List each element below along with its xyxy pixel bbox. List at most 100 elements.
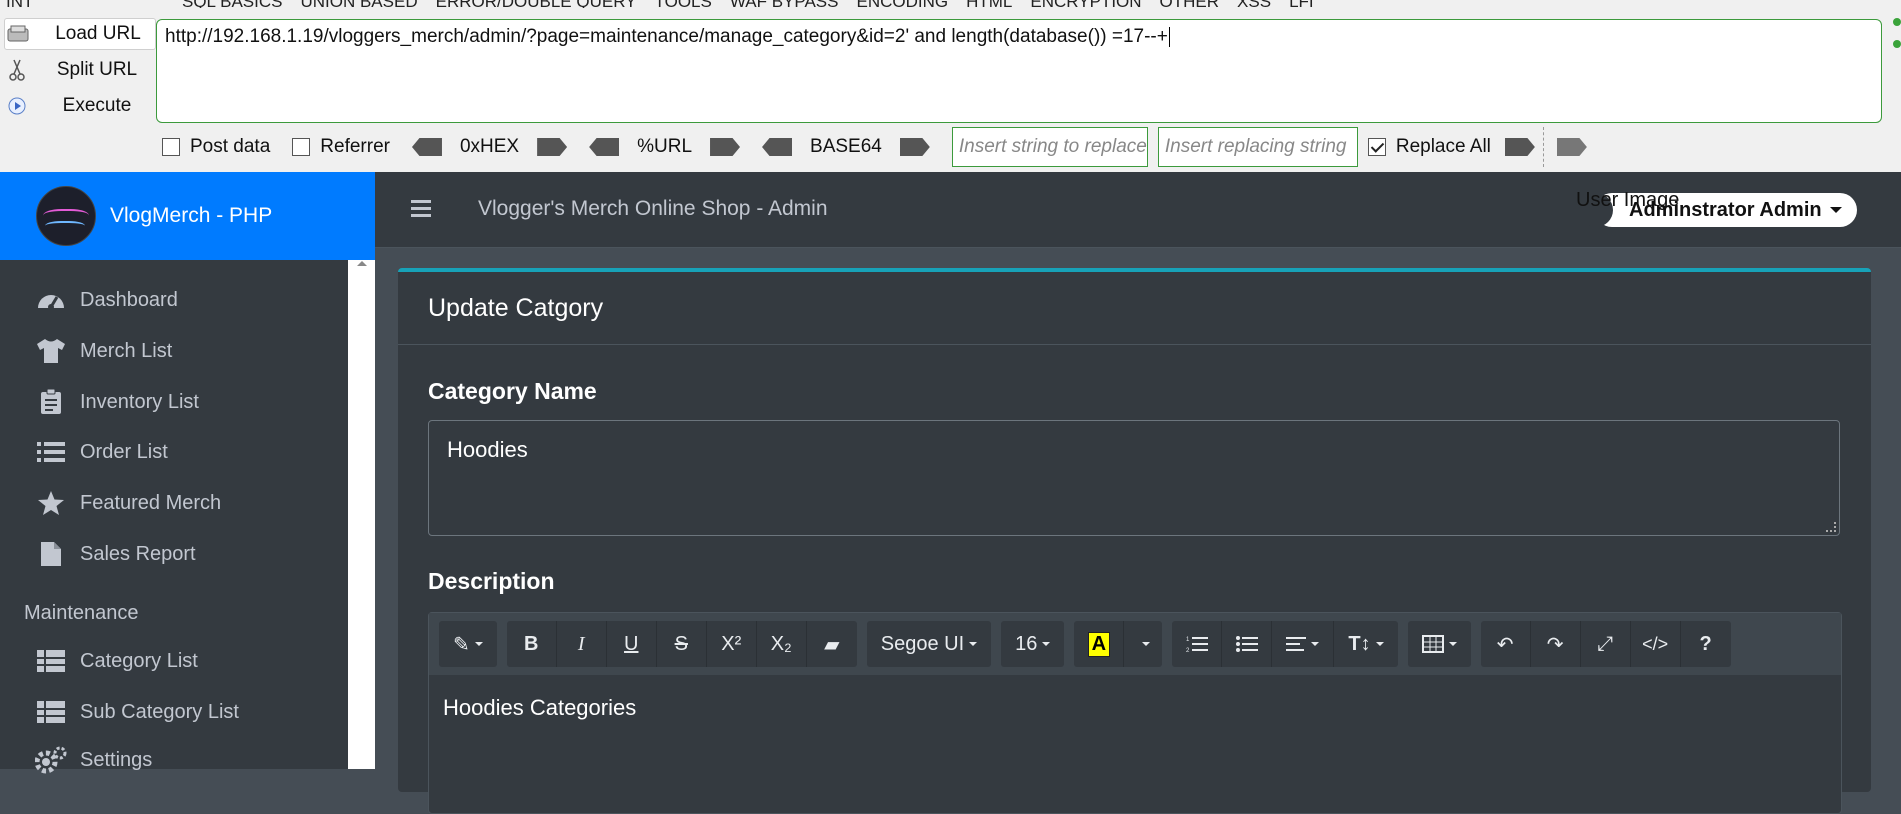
sidebar-item-label: Sub Category List — [80, 700, 239, 723]
split-url-label: Split URL — [56, 59, 138, 80]
referrer-toggle[interactable]: Referrer — [292, 136, 390, 158]
sidebar-item-settings[interactable]: Settings — [34, 740, 152, 780]
replace-all-toggle[interactable]: Replace All — [1367, 136, 1491, 158]
redo-button[interactable]: ↷ — [1530, 621, 1581, 667]
update-category-card: Update Catgory Category Name Hoodies Des… — [398, 268, 1871, 814]
bold-button[interactable]: B — [506, 621, 557, 667]
font-family-select[interactable]: Segoe UI — [866, 621, 992, 667]
clipboard-icon — [34, 389, 68, 415]
italic-button[interactable]: I — [556, 621, 607, 667]
code-view-button[interactable]: </> — [1630, 621, 1681, 667]
resize-handle-icon[interactable] — [1826, 522, 1836, 532]
base64-decode-arrow-icon[interactable] — [762, 138, 793, 156]
url-decode-arrow-icon[interactable] — [589, 138, 620, 156]
hex-encode-arrow-icon[interactable] — [537, 138, 568, 156]
ordered-list-button[interactable]: 12 — [1172, 621, 1223, 667]
replace-string-input[interactable]: Insert string to replace — [951, 127, 1148, 167]
base64-encode-arrow-icon[interactable] — [899, 138, 930, 156]
sidebar-item-merch-list[interactable]: Merch List — [34, 331, 172, 371]
brand-link[interactable]: VlogMerch - PHP — [0, 172, 375, 260]
referrer-checkbox[interactable] — [292, 138, 311, 156]
sidebar: Dashboard Merch List Inventory List Orde… — [0, 260, 348, 774]
post-data-checkbox[interactable] — [162, 138, 180, 156]
scissors-icon — [4, 59, 30, 81]
sidebar-item-sales-report[interactable]: Sales Report — [34, 534, 196, 574]
fullscreen-button[interactable]: ⤢ — [1580, 621, 1631, 667]
hamburger-menu-icon[interactable] — [411, 200, 431, 218]
undo-button[interactable]: ↶ — [1480, 621, 1531, 667]
superscript-button[interactable]: X² — [706, 621, 757, 667]
execute-button[interactable]: Execute — [4, 91, 154, 121]
align-left-icon — [1286, 637, 1307, 651]
hackbar-menu: INT SQL BASICS UNION BASED ERROR/DOUBLE … — [0, 0, 1901, 8]
highlight-color-button[interactable]: A — [1074, 621, 1125, 667]
menu-union-based[interactable]: UNION BASED — [300, 0, 417, 8]
color-dropdown-button[interactable] — [1124, 621, 1163, 667]
hex-decode-arrow-icon[interactable] — [411, 138, 442, 156]
menu-xss[interactable]: XSS — [1237, 0, 1271, 8]
split-url-button[interactable]: Split URL — [4, 55, 154, 85]
sidebar-item-dashboard[interactable]: Dashboard — [34, 280, 178, 320]
fullscreen-icon: ⤢ — [1597, 632, 1614, 655]
eraser-button[interactable]: ▰ — [806, 621, 857, 667]
replacing-string-input[interactable]: Insert replacing string — [1157, 127, 1358, 167]
font-size-value: 16 — [1015, 632, 1038, 655]
top-navbar: Vlogger's Merch Online Shop - Admin Admi… — [375, 172, 1901, 248]
sidebar-item-featured-merch[interactable]: Featured Merch — [34, 483, 221, 523]
load-url-button[interactable]: Load URL — [4, 18, 156, 50]
unordered-list-icon — [1235, 636, 1258, 652]
help-button[interactable]: ? — [1680, 621, 1731, 667]
menu-sql-basics[interactable]: SQL BASICS — [182, 0, 282, 8]
list-icon — [34, 439, 68, 465]
underline-button[interactable]: U — [606, 621, 657, 667]
sidebar-item-inventory-list[interactable]: Inventory List — [34, 382, 199, 422]
help-icon: ? — [1699, 632, 1712, 655]
paragraph-align-button[interactable] — [1272, 621, 1335, 667]
avatar-alt-text: User Image — [1576, 189, 1680, 211]
menu-waf-bypass[interactable]: WAF BYPASS — [730, 0, 839, 8]
hex-label: 0xHEX — [459, 136, 520, 157]
menu-html[interactable]: HTML — [966, 0, 1012, 8]
description-text: Hoodies Categories — [443, 695, 637, 720]
unordered-list-button[interactable] — [1222, 621, 1273, 667]
sidebar-item-order-list[interactable]: Order List — [34, 432, 168, 472]
font-size-select[interactable]: 16 — [1001, 621, 1065, 667]
menu-error-double-query[interactable]: ERROR/DOUBLE QUERY — [436, 0, 637, 8]
tshirt-icon — [34, 338, 68, 364]
subscript-button[interactable]: X₂ — [756, 621, 807, 667]
bold-icon: B — [524, 632, 539, 655]
menu-other[interactable]: OTHER — [1160, 0, 1220, 8]
menu-tools[interactable]: TOOLS — [655, 0, 712, 8]
italic-icon: I — [577, 632, 585, 655]
sidebar-item-category-list[interactable]: Category List — [34, 641, 198, 681]
menu-lfi[interactable]: LFI — [1289, 0, 1314, 8]
url-textarea[interactable]: http://192.168.1.19/vloggers_merch/admin… — [156, 19, 1882, 123]
font-family-value: Segoe UI — [880, 632, 965, 655]
sidebar-section-maintenance: Maintenance — [24, 602, 139, 624]
url-encode-arrow-icon[interactable] — [710, 138, 741, 156]
highlight-icon: A — [1087, 631, 1111, 657]
replace-arrow-icon[interactable] — [1504, 138, 1535, 156]
category-name-label: Category Name — [428, 378, 597, 404]
category-name-value: Hoodies — [447, 437, 528, 462]
magic-wand-button[interactable]: ✎ — [439, 621, 497, 667]
gears-icon — [34, 746, 68, 774]
menu-encoding[interactable]: ENCODING — [856, 0, 948, 8]
replace-all-checkbox[interactable] — [1367, 138, 1386, 156]
sidebar-scrollbar[interactable] — [348, 260, 375, 769]
description-content[interactable]: Hoodies Categories — [429, 675, 1841, 741]
eraser-icon: ▰ — [824, 633, 840, 656]
post-data-toggle[interactable]: Post data — [162, 136, 270, 158]
line-height-button[interactable]: T↕ — [1334, 621, 1398, 667]
category-name-field[interactable]: Hoodies — [428, 420, 1840, 536]
ordered-list-icon: 12 — [1186, 637, 1208, 653]
menu-encryption[interactable]: ENCRYPTION — [1030, 0, 1141, 8]
scroll-up-icon[interactable] — [357, 261, 367, 266]
strikethrough-button[interactable]: S — [656, 621, 707, 667]
table-insert-button[interactable] — [1407, 621, 1471, 667]
menu-int[interactable]: INT — [0, 0, 136, 8]
hex-encoder: 0xHEX — [411, 136, 589, 158]
sidebar-item-sub-category-list[interactable]: Sub Category List — [34, 692, 239, 732]
svg-text:2: 2 — [1186, 648, 1190, 653]
replace-next-arrow-icon[interactable] — [1556, 138, 1587, 156]
